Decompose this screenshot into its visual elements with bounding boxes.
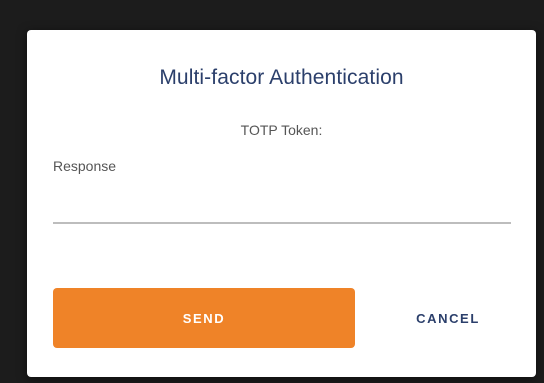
dialog-subtitle: TOTP Token: — [240, 122, 323, 138]
send-button[interactable]: SEND — [53, 288, 355, 348]
dialog-title: Multi-factor Authentication — [159, 66, 404, 89]
response-input[interactable] — [53, 190, 511, 224]
mfa-dialog: Multi-factor Authentication TOTP Token: … — [27, 30, 536, 377]
cancel-button[interactable]: CANCEL — [383, 288, 513, 348]
response-label: Response — [53, 158, 117, 174]
